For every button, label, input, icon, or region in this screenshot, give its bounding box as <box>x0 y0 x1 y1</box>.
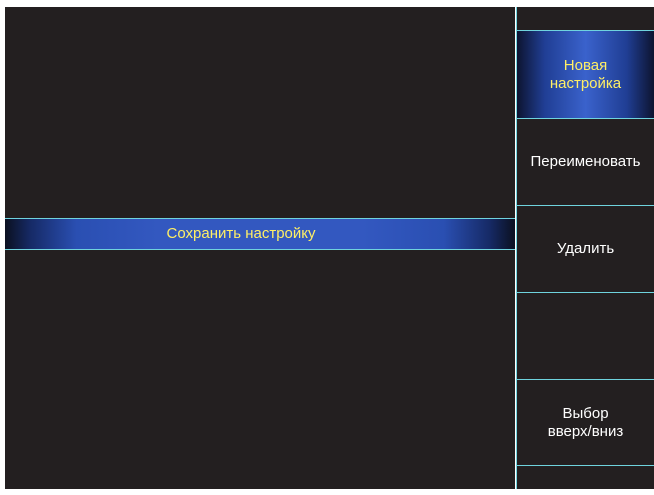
soft-key-blank[interactable] <box>517 292 654 379</box>
soft-key-blank-top <box>517 7 654 30</box>
soft-key-label: Удалить <box>556 240 615 257</box>
soft-key-label: Переименовать <box>530 153 641 170</box>
rename-button[interactable]: Переименовать <box>517 118 654 205</box>
soft-key-blank-bottom <box>517 465 654 489</box>
select-up-down-button[interactable]: Выбор вверх/вниз <box>517 379 654 465</box>
device-screen: Сохранить настройку Новая настройка Пере… <box>0 0 654 495</box>
list-item-save-setting[interactable]: Сохранить настройку <box>5 218 515 250</box>
soft-key-menu: Новая настройка Переименовать Удалить Вы… <box>516 7 654 489</box>
new-setting-button[interactable]: Новая настройка <box>517 30 654 118</box>
soft-key-label: Выбор вверх/вниз <box>547 404 624 440</box>
delete-button[interactable]: Удалить <box>517 205 654 292</box>
settings-list-panel: Сохранить настройку <box>5 7 515 489</box>
soft-key-label: Новая настройка <box>549 56 622 92</box>
